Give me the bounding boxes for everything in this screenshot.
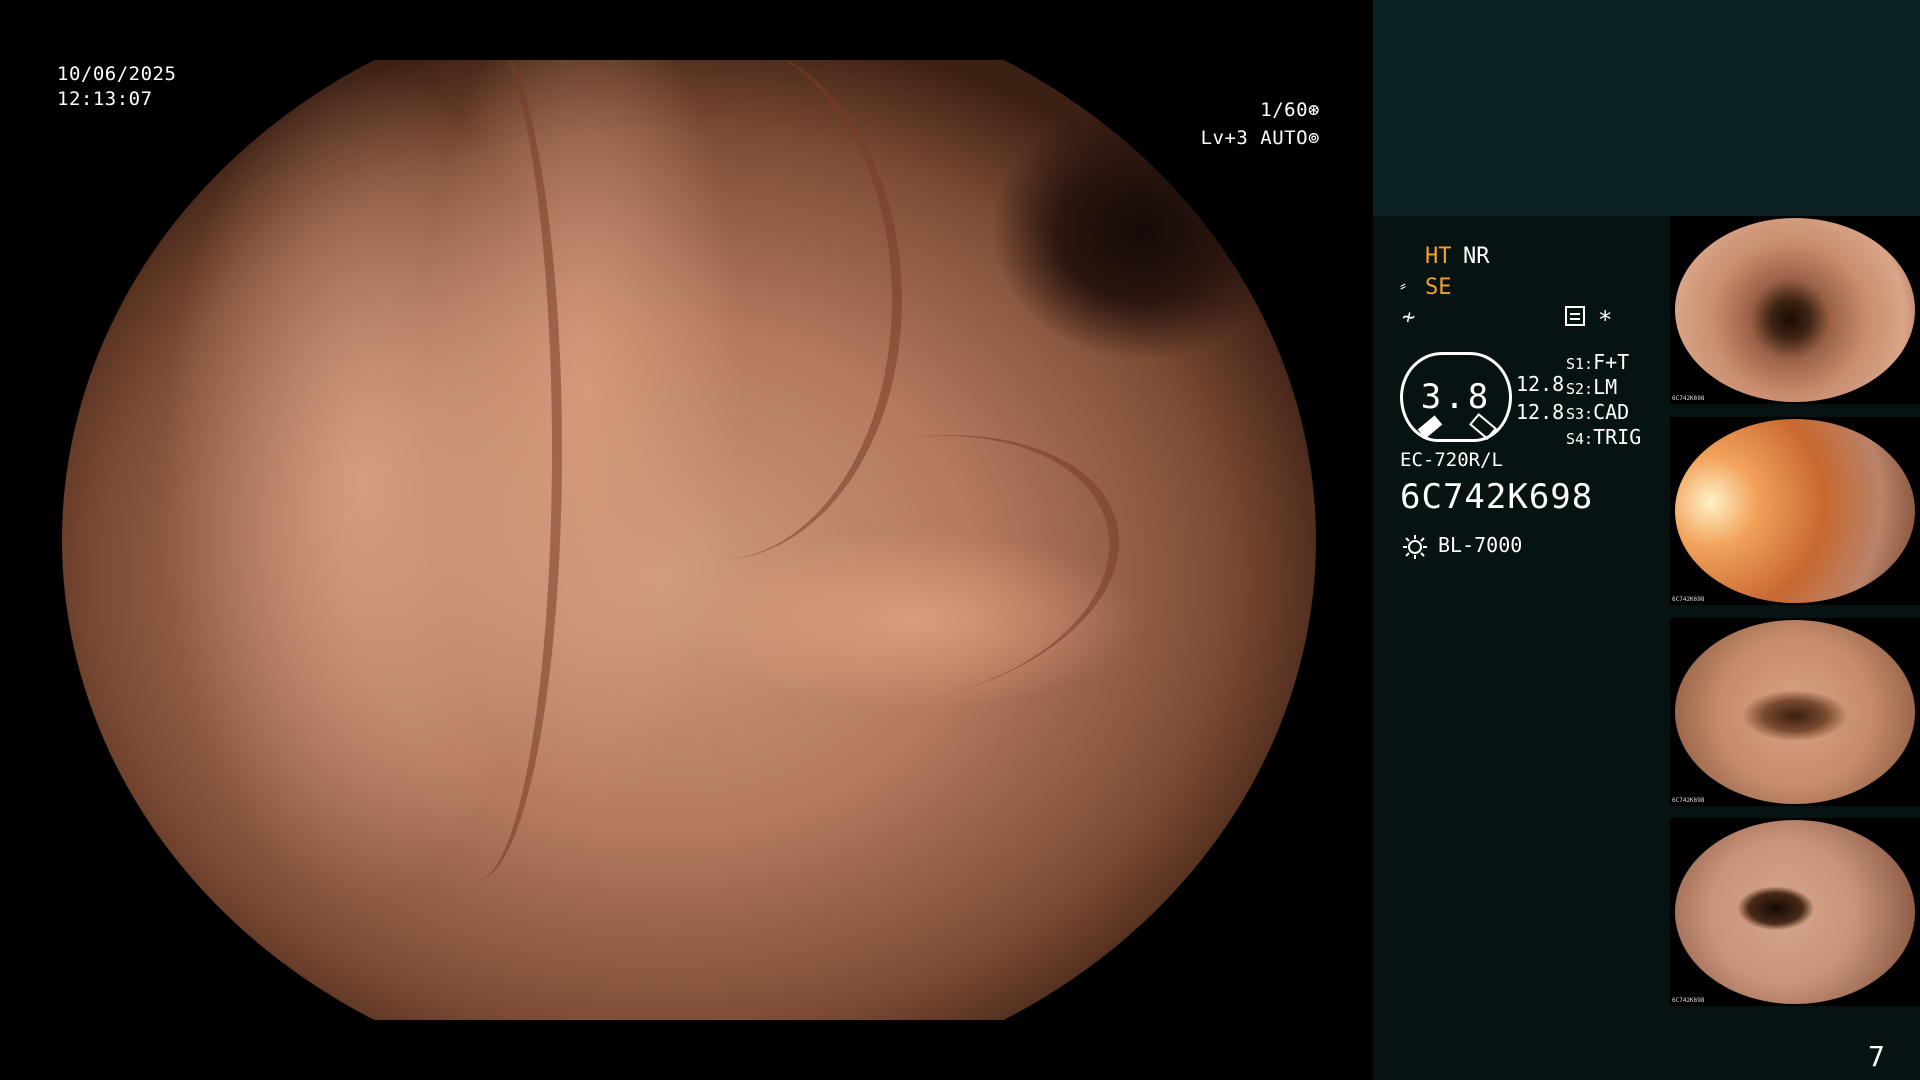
datetime-stamp: 10/06/2025 12:13:07 [57,62,176,112]
gauge-readout-1: 12.8 [1516,372,1565,396]
thumbnail-image [1675,820,1915,1004]
time-text: 12:13:07 [57,88,153,110]
side-panel-header [1373,0,1920,216]
main-endoscope-view: 10/06/2025 12:13:07 1/60⊛ Lv+3 AUTO⊚ [0,0,1373,1080]
switch-key: S3: [1566,405,1594,423]
page-number: 7 [1868,1040,1885,1073]
switch-value: CAD [1593,400,1630,424]
thumbnail-image [1675,218,1915,402]
gauge-readout-2: 12.8 [1516,400,1565,424]
ht-indicator: HT [1425,244,1452,269]
scope-model: EC-720R/L [1400,449,1503,471]
thumbnail-image [1675,419,1915,603]
switch-row: S4:TRIG [1566,425,1641,449]
switch-value: F+T [1593,350,1630,374]
switch-key: S2: [1566,380,1594,398]
f-curve-icon: ≁ [1402,305,1416,330]
capture-thumbnail[interactable]: 6C742K698 [1670,618,1920,806]
gauge-marker-outline [1468,413,1498,440]
nr-indicator: NR [1463,244,1490,269]
iris-icon: ⊚ [1308,127,1320,149]
thumbnail-serial: 6C742K698 [1672,596,1705,603]
switch-row: S3:CAD [1566,400,1629,424]
thumbnail-serial: 6C742K698 [1672,997,1705,1004]
star-indicator: * [1598,306,1613,334]
thumbnail-image [1675,620,1915,804]
switch-row: S2:LM [1566,375,1617,399]
shutter-text: 1/60 [1260,99,1309,121]
level-text: Lv+3 AUTO [1200,127,1309,149]
mucosal-fold [392,60,562,880]
gauge-marker-filled [1417,415,1443,439]
scope-image-frame [62,60,1317,1020]
colon-lumen-image [62,60,1316,1020]
capture-thumbnail[interactable]: 6C742K698 [1670,818,1920,1006]
switch-key: S1: [1566,355,1594,373]
capture-thumbnail[interactable]: 6C742K698 [1670,417,1920,605]
sun-icon [1403,535,1427,559]
shutter-readout: 1/60⊛ [1160,98,1320,123]
gauge-value: 3.8 [1420,377,1492,417]
edge-enhance-icon: ⸗ [1400,275,1406,296]
menu-icon [1565,306,1585,326]
thumbnail-serial: 6C742K698 [1672,395,1705,402]
scope-serial: 6C742K698 [1400,477,1594,517]
date-text: 10/06/2025 [57,63,177,85]
switch-value: TRIG [1593,425,1642,449]
light-source-label: BL-7000 [1438,533,1523,557]
switch-value: LM [1593,375,1618,399]
capture-thumbnail[interactable]: 6C742K698 [1670,216,1920,404]
thumbnail-serial: 6C742K698 [1672,797,1705,804]
level-readout: Lv+3 AUTO⊚ [1160,126,1320,151]
zoom-gauge: 3.8 [1400,352,1512,442]
aperture-icon: ⊛ [1308,99,1320,121]
switch-key: S4: [1566,430,1594,448]
switch-row: S1:F+T [1566,350,1629,374]
se-indicator: SE [1425,275,1452,300]
